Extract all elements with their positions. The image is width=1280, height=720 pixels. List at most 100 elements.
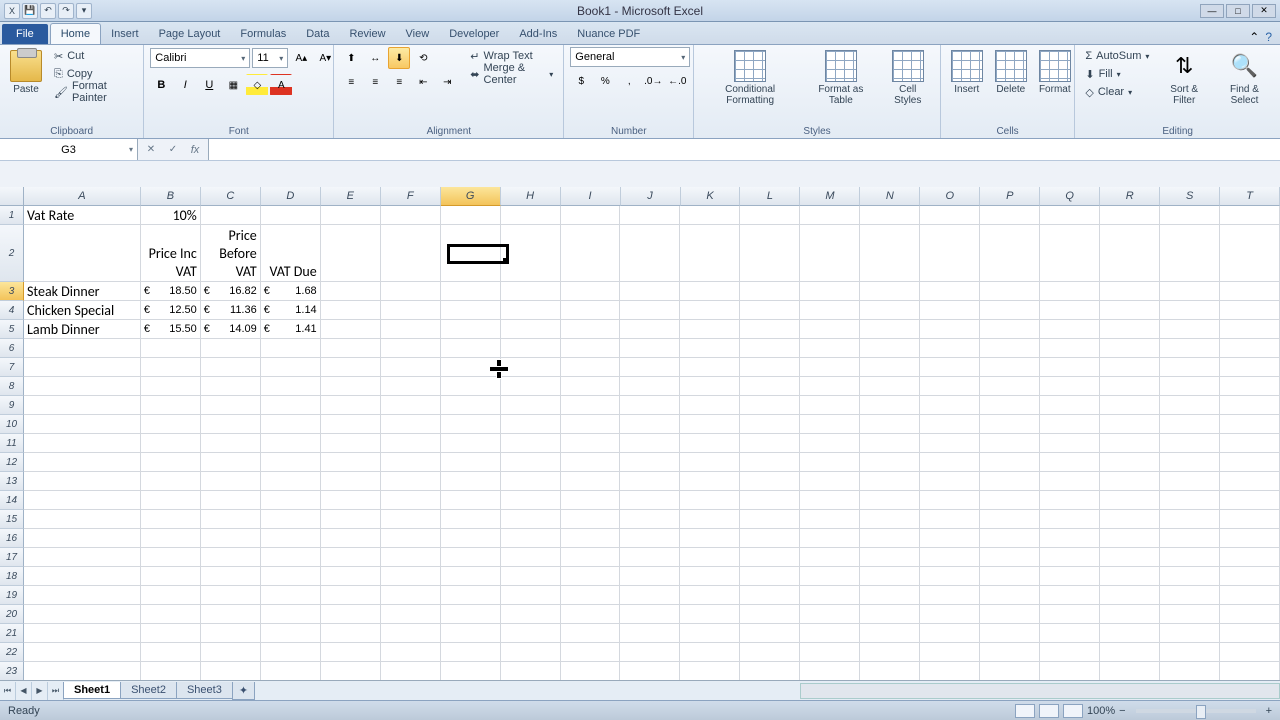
cell-styles-button[interactable]: Cell Styles [882,47,934,109]
cell-I7[interactable] [561,358,621,377]
cell-F13[interactable] [381,472,441,491]
cell-T13[interactable] [1220,472,1280,491]
cut-button[interactable]: ✂Cut [50,47,137,65]
cell-R17[interactable] [1100,548,1160,567]
cell-O14[interactable] [920,491,980,510]
cell-C4[interactable]: €11.36 [201,301,261,320]
cell-G17[interactable] [441,548,501,567]
cell-I14[interactable] [561,491,621,510]
cell-F22[interactable] [381,643,441,662]
cell-R19[interactable] [1100,586,1160,605]
cell-L1[interactable] [740,206,800,225]
cell-P7[interactable] [980,358,1040,377]
cell-R5[interactable] [1100,320,1160,339]
cell-H10[interactable] [501,415,561,434]
cell-G14[interactable] [441,491,501,510]
cell-Q11[interactable] [1040,434,1100,453]
cell-E19[interactable] [321,586,381,605]
cell-Q10[interactable] [1040,415,1100,434]
name-box[interactable]: G3 [0,139,138,160]
cell-D2[interactable]: VAT Due [261,225,321,282]
row-header-18[interactable]: 18 [0,567,24,586]
cell-O13[interactable] [920,472,980,491]
cell-D1[interactable] [261,206,321,225]
cell-T2[interactable] [1220,225,1280,282]
column-header-O[interactable]: O [920,187,980,206]
cell-G18[interactable] [441,567,501,586]
cell-H12[interactable] [501,453,561,472]
cell-C10[interactable] [201,415,261,434]
cell-P14[interactable] [980,491,1040,510]
cell-N2[interactable] [860,225,920,282]
cell-C6[interactable] [201,339,261,358]
save-icon[interactable]: 💾 [22,3,38,19]
cell-H21[interactable] [501,624,561,643]
cell-F18[interactable] [381,567,441,586]
cell-M22[interactable] [800,643,860,662]
tab-page-layout[interactable]: Page Layout [149,24,231,44]
cell-H11[interactable] [501,434,561,453]
cell-R22[interactable] [1100,643,1160,662]
cell-B8[interactable] [141,377,201,396]
cell-M18[interactable] [800,567,860,586]
cell-I18[interactable] [561,567,621,586]
cell-K21[interactable] [680,624,740,643]
cell-J7[interactable] [620,358,680,377]
cell-J17[interactable] [620,548,680,567]
column-header-M[interactable]: M [800,187,860,206]
cell-T16[interactable] [1220,529,1280,548]
row-header-14[interactable]: 14 [0,491,24,510]
cell-B14[interactable] [141,491,201,510]
cell-K4[interactable] [680,301,740,320]
cell-R12[interactable] [1100,453,1160,472]
cell-E13[interactable] [321,472,381,491]
column-header-C[interactable]: C [201,187,261,206]
cell-O20[interactable] [920,605,980,624]
cell-K9[interactable] [680,396,740,415]
cell-E10[interactable] [321,415,381,434]
cell-P15[interactable] [980,510,1040,529]
cell-C3[interactable]: €16.82 [201,282,261,301]
align-top-button[interactable]: ⬆ [340,47,362,69]
tab-insert[interactable]: Insert [101,24,149,44]
tab-data[interactable]: Data [296,24,339,44]
cell-J14[interactable] [620,491,680,510]
cell-F2[interactable] [381,225,441,282]
cell-R18[interactable] [1100,567,1160,586]
cell-P16[interactable] [980,529,1040,548]
cell-Q22[interactable] [1040,643,1100,662]
decrease-indent-button[interactable]: ⇤ [412,71,434,93]
cell-D18[interactable] [261,567,321,586]
format-cells-button[interactable]: Format [1035,47,1075,98]
cell-E12[interactable] [321,453,381,472]
cell-L5[interactable] [740,320,800,339]
cell-R8[interactable] [1100,377,1160,396]
row-header-9[interactable]: 9 [0,396,24,415]
cell-T19[interactable] [1220,586,1280,605]
cell-N13[interactable] [860,472,920,491]
cell-E7[interactable] [321,358,381,377]
cell-G13[interactable] [441,472,501,491]
cell-Q21[interactable] [1040,624,1100,643]
cell-T3[interactable] [1220,282,1280,301]
cell-K20[interactable] [680,605,740,624]
cell-R2[interactable] [1100,225,1160,282]
align-middle-button[interactable]: ↔ [364,47,386,69]
cell-R11[interactable] [1100,434,1160,453]
cell-I1[interactable] [561,206,621,225]
cell-L6[interactable] [740,339,800,358]
cell-L9[interactable] [740,396,800,415]
cell-D20[interactable] [261,605,321,624]
cell-E8[interactable] [321,377,381,396]
cell-S4[interactable] [1160,301,1220,320]
cell-D19[interactable] [261,586,321,605]
cell-O15[interactable] [920,510,980,529]
cell-S15[interactable] [1160,510,1220,529]
cell-A19[interactable] [24,586,141,605]
cell-O7[interactable] [920,358,980,377]
cell-H9[interactable] [501,396,561,415]
cell-G10[interactable] [441,415,501,434]
cell-H20[interactable] [501,605,561,624]
cell-A21[interactable] [24,624,141,643]
tab-file[interactable]: File [2,24,48,44]
